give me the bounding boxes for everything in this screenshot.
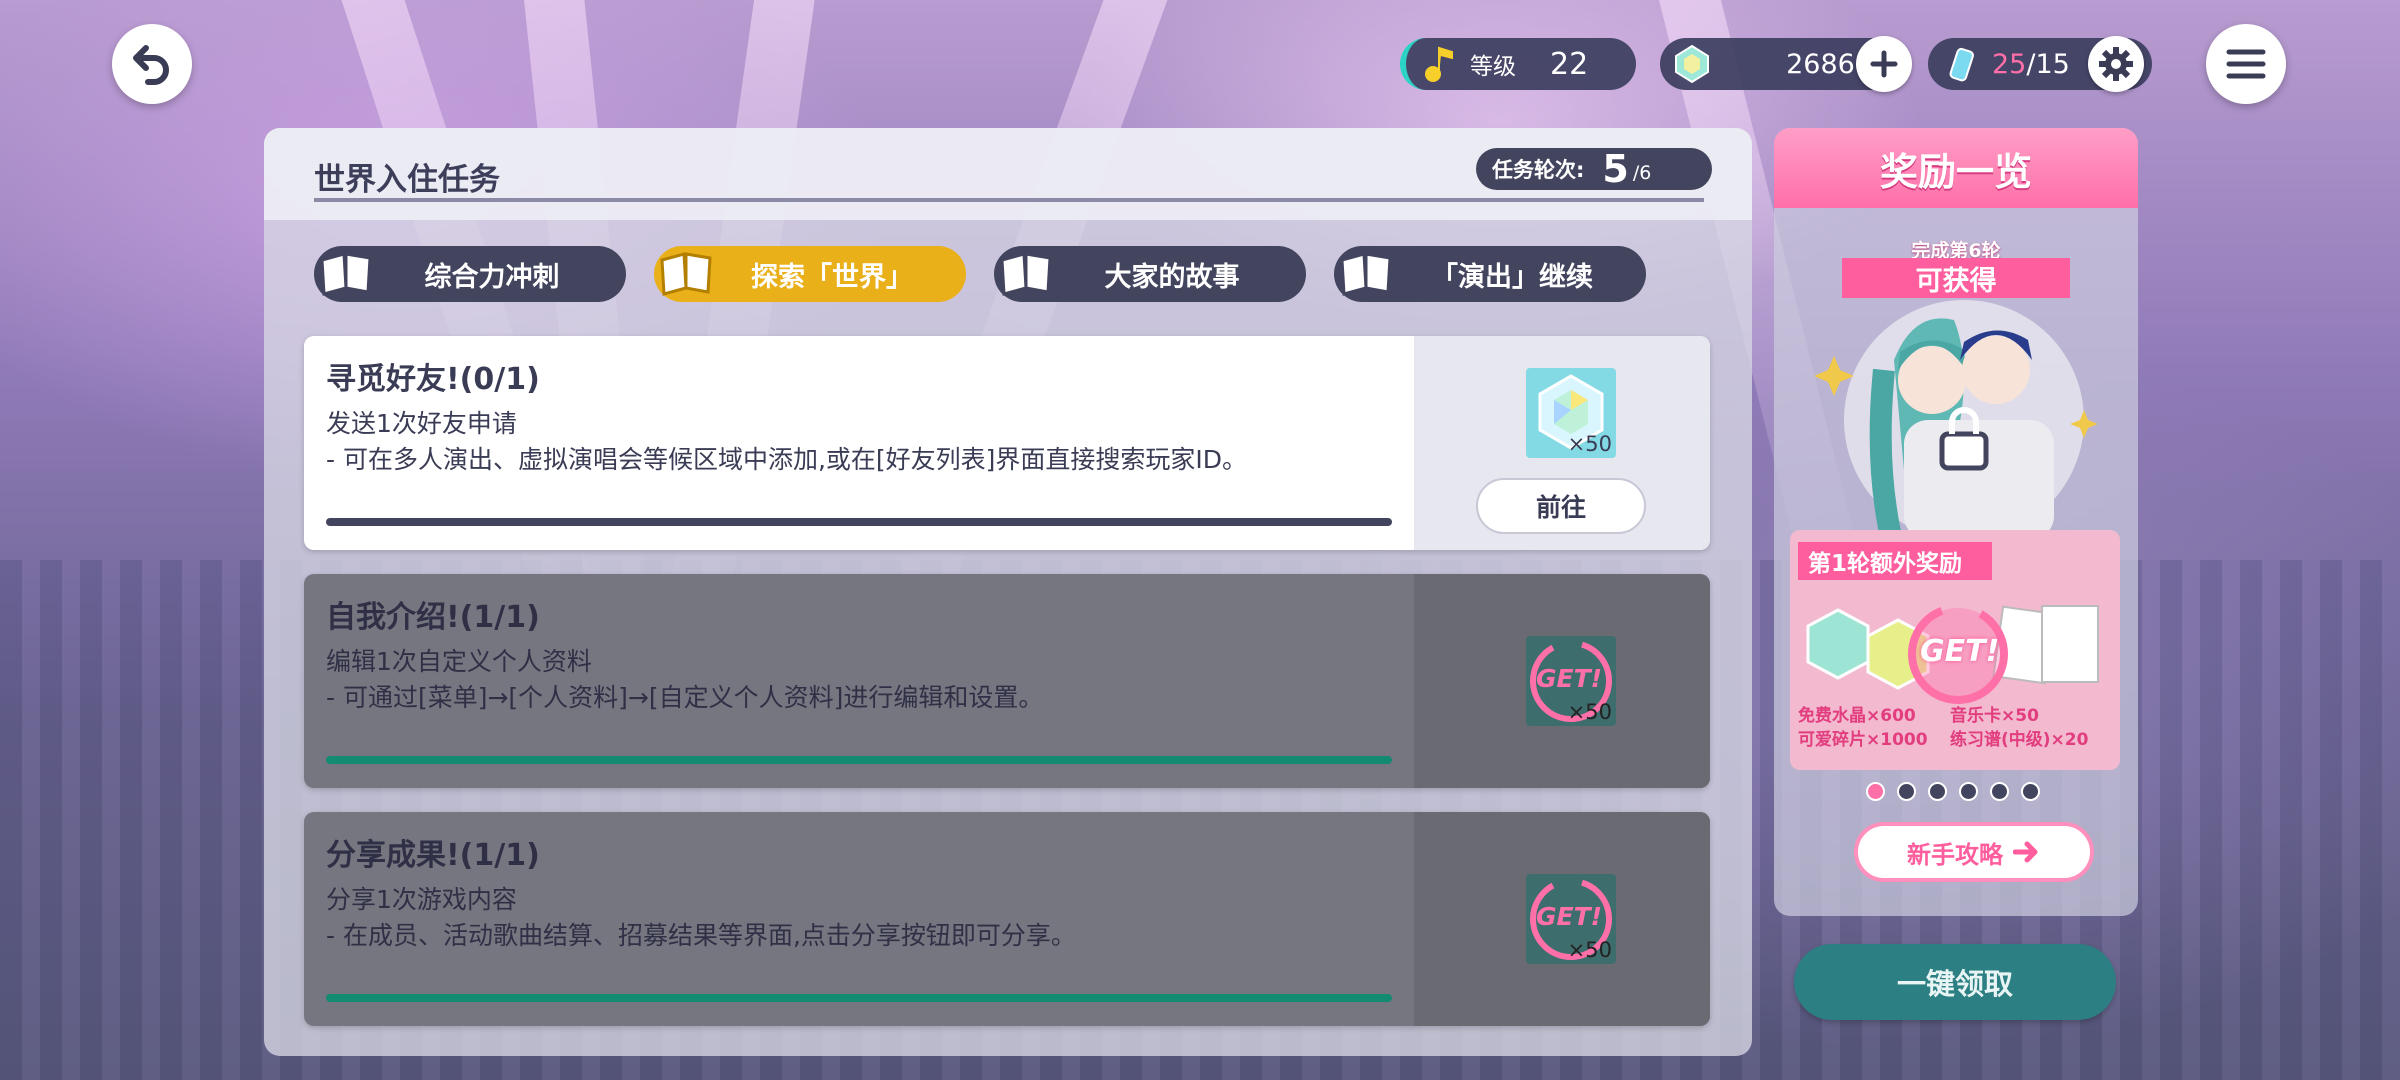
crystal-icon bbox=[1675, 44, 1709, 84]
reward-overview-panel: 奖励一览 完成第6轮 可获得 第1轮额外奖励 GET! 免费水晶×600 音乐卡×… bbox=[1774, 128, 2138, 916]
mission-panel: 世界入住任务 任务轮次: 5 /6 综合力冲刺 探索「世界」 大家的故事 「演出… bbox=[264, 128, 1752, 1056]
mission-progress-bar bbox=[326, 518, 1392, 526]
page-dot[interactable] bbox=[1897, 782, 1916, 801]
mission-hint: - 可通过[菜单]→[个人资料]→[自定义个人资料]进行编辑和设置。 bbox=[326, 683, 1044, 712]
reward-quantity: ×50 bbox=[1567, 700, 1612, 724]
arrow-right-icon bbox=[2013, 841, 2038, 863]
bonus-item: 练习谱(中级)×20 bbox=[1950, 730, 2089, 750]
tab-label: 综合力冲刺 bbox=[424, 261, 560, 293]
get-stamp-label: GET! bbox=[1536, 664, 1603, 693]
mission-description: 发送1次好友申请 bbox=[326, 409, 517, 438]
book-icon bbox=[320, 252, 372, 296]
claim-all-button[interactable]: 一键领取 bbox=[1794, 944, 2116, 1020]
mission-item: 自我介绍!(1/1) 编辑1次自定义个人资料 - 可通过[菜单]→[个人资料]→… bbox=[304, 574, 1710, 788]
bonus-reward-list: 免费水晶×600 音乐卡×50 可爱碎片×1000 练习谱(中级)×20 bbox=[1798, 704, 2088, 752]
claimed-reward-icon[interactable]: GET! ×50 bbox=[1526, 636, 1616, 726]
tab-explore-world[interactable]: 探索「世界」 bbox=[654, 246, 966, 302]
reward-ribbon: 可获得 bbox=[1842, 258, 2070, 298]
reward-quantity: ×50 bbox=[1567, 432, 1612, 456]
bonus-item: 音乐卡×50 bbox=[1950, 706, 2039, 726]
book-icon bbox=[660, 252, 712, 296]
mission-item: 分享成果!(1/1) 分享1次游戏内容 - 在成员、活动歌曲结算、招募结果等界面… bbox=[304, 812, 1710, 1026]
music-note-icon bbox=[1425, 46, 1453, 82]
energy-max: /15 bbox=[2026, 48, 2070, 80]
menu-button[interactable] bbox=[2206, 24, 2286, 104]
mission-hint: - 在成员、活动歌曲结算、招募结果等界面,点击分享按钮即可分享。 bbox=[326, 921, 1076, 950]
tab-label: 「演出」继续 bbox=[1431, 261, 1593, 293]
page-dot[interactable] bbox=[1928, 782, 1947, 801]
gear-icon bbox=[2099, 47, 2133, 81]
tab-power-sprint[interactable]: 综合力冲刺 bbox=[314, 246, 626, 302]
mission-progress-bar bbox=[326, 756, 1392, 764]
round-current: 5 bbox=[1602, 147, 1629, 191]
panel-header: 世界入住任务 任务轮次: 5 /6 bbox=[264, 128, 1752, 220]
tab-performance-continue[interactable]: 「演出」继续 bbox=[1334, 246, 1646, 302]
bonus-item: 可爱碎片×1000 bbox=[1798, 730, 1928, 750]
plus-icon bbox=[1870, 50, 1898, 78]
page-dot[interactable] bbox=[2021, 782, 2040, 801]
book-icon bbox=[1000, 252, 1052, 296]
mission-title: 分享成果!(1/1) bbox=[326, 838, 540, 873]
page-dot[interactable] bbox=[1959, 782, 1978, 801]
page-dot[interactable] bbox=[1866, 782, 1885, 801]
back-button[interactable] bbox=[112, 24, 192, 104]
mission-reward-area: GET! ×50 bbox=[1414, 574, 1710, 788]
reward-quantity: ×50 bbox=[1567, 938, 1612, 962]
tab-label: 大家的故事 bbox=[1104, 261, 1240, 293]
page-dot[interactable] bbox=[1990, 782, 2009, 801]
beginner-guide-button[interactable]: 新手攻略 bbox=[1854, 822, 2094, 882]
round-label: 任务轮次: bbox=[1492, 158, 1585, 182]
bonus-reward-card[interactable]: 第1轮额外奖励 GET! 免费水晶×600 音乐卡×50 可爱碎片×1000 练习谱… bbox=[1790, 530, 2120, 770]
mission-reward-area: ×50 前往 bbox=[1414, 336, 1710, 550]
mission-title: 自我介绍!(1/1) bbox=[326, 600, 540, 635]
book-icon bbox=[1340, 252, 1392, 296]
hamburger-menu-icon bbox=[2226, 49, 2266, 79]
panel-title: 世界入住任务 bbox=[314, 162, 500, 198]
back-arrow-icon bbox=[133, 45, 169, 85]
claimed-reward-icon[interactable]: GET! ×50 bbox=[1526, 874, 1616, 964]
mission-description: 分享1次游戏内容 bbox=[326, 885, 517, 914]
bonus-reward-label: 第1轮额外奖励 bbox=[1798, 542, 1993, 580]
tab-everyones-story[interactable]: 大家的故事 bbox=[994, 246, 1306, 302]
energy-current: 25 bbox=[1992, 48, 2027, 80]
level-value: 22 bbox=[1550, 46, 1589, 82]
bonus-get-stamp: GET! bbox=[1920, 634, 2000, 669]
go-button[interactable]: 前往 bbox=[1476, 478, 1646, 534]
carousel-pagination bbox=[1866, 782, 2040, 801]
crystal-reward-icon: ×50 bbox=[1526, 368, 1616, 458]
mission-reward-area: GET! ×50 bbox=[1414, 812, 1710, 1026]
mission-round-badge: 任务轮次: 5 /6 bbox=[1476, 147, 1712, 191]
settings-button[interactable] bbox=[2088, 36, 2144, 92]
guide-label: 新手攻略 bbox=[1907, 840, 2003, 869]
reward-overview-header: 奖励一览 bbox=[1774, 128, 2138, 208]
energy-drink-icon bbox=[1949, 47, 1974, 82]
add-gems-button[interactable] bbox=[1856, 36, 1912, 92]
mission-hint: - 可在多人演出、虚拟演唱会等候区域中添加,或在[好友列表]界面直接搜索玩家ID… bbox=[326, 445, 1248, 474]
reward-overview-title: 奖励一览 bbox=[1879, 149, 2032, 194]
bonus-item: 免费水晶×600 bbox=[1798, 706, 1916, 726]
mission-progress-bar bbox=[326, 994, 1392, 1002]
get-stamp-label: GET! bbox=[1536, 902, 1603, 931]
mission-title: 寻觅好友!(0/1) bbox=[326, 362, 540, 397]
level-indicator: 等级 22 bbox=[1400, 38, 1636, 90]
header-divider bbox=[314, 198, 1704, 202]
mission-item: 寻觅好友!(0/1) 发送1次好友申请 - 可在多人演出、虚拟演唱会等候区域中添… bbox=[304, 336, 1710, 550]
mission-description: 编辑1次自定义个人资料 bbox=[326, 647, 592, 676]
level-label: 等级 bbox=[1470, 54, 1516, 80]
round-total: /6 bbox=[1632, 162, 1652, 184]
tab-label: 探索「世界」 bbox=[751, 261, 913, 293]
